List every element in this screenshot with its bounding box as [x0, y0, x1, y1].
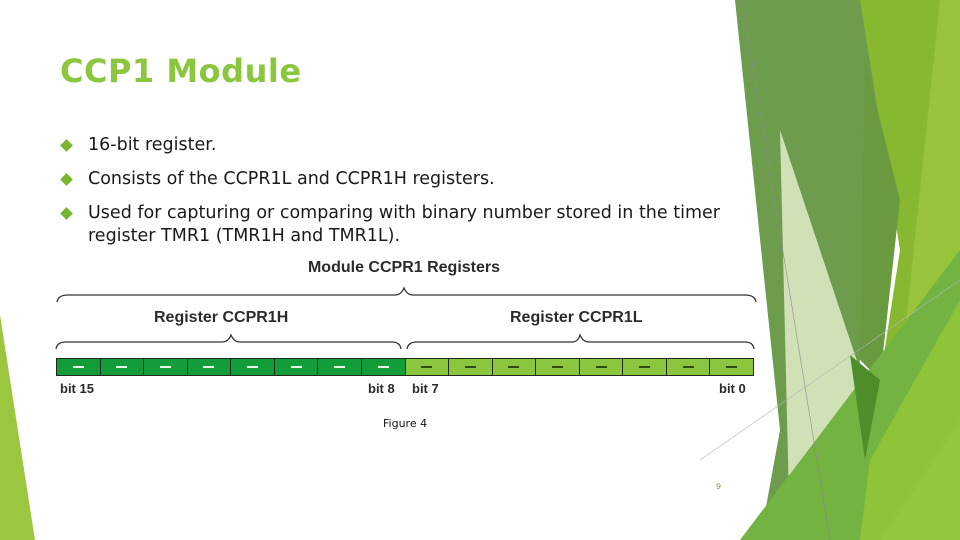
bit-dash-icon [159, 366, 171, 368]
bit-cell-1 [665, 358, 710, 376]
bit-dash-icon [116, 366, 128, 368]
bit-cell-14 [99, 358, 144, 376]
register-ccpr1l-label: Register CCPR1L [510, 309, 643, 326]
bit-cell-13 [143, 358, 187, 376]
bit-7-label: bit 7 [412, 381, 439, 396]
page-number: 9 [716, 482, 722, 491]
bit-0-label: bit 0 [719, 381, 746, 396]
bit-cell-7 [404, 358, 449, 376]
bit-dash-icon [377, 366, 389, 368]
brace-ccpr1l [406, 333, 755, 350]
bit-cell-10 [273, 358, 318, 376]
brace-ccpr1h [55, 333, 402, 350]
bit-dash-icon [290, 366, 302, 368]
figure-caption: Figure 4 [383, 417, 428, 430]
bit-cell-2 [622, 358, 666, 376]
bit-cell-8 [360, 358, 405, 376]
bit-dash-icon [682, 366, 694, 368]
bit-dash-icon [639, 366, 651, 368]
bit-8-label: bit 8 [368, 381, 395, 396]
bit-dash-icon [72, 366, 84, 368]
bit-cell-15 [56, 358, 100, 376]
bit-cell-9 [317, 358, 361, 376]
bit-dash-icon [464, 366, 476, 368]
bit-cell-12 [186, 358, 231, 376]
bit-dash-icon [508, 366, 520, 368]
bit-dash-icon [551, 366, 563, 368]
brace-full [56, 286, 757, 303]
bit-cell-11 [230, 358, 274, 376]
bit-row [56, 358, 754, 376]
bit-dash-icon [421, 366, 433, 368]
bit-cell-5 [491, 358, 536, 376]
bit-dash-icon [247, 366, 259, 368]
bit-15-label: bit 15 [60, 381, 94, 396]
bit-cell-6 [448, 358, 492, 376]
bit-cell-0 [709, 358, 754, 376]
bit-cell-4 [535, 358, 579, 376]
bit-cell-3 [578, 358, 623, 376]
bit-dash-icon [726, 366, 738, 368]
figure-braces [55, 286, 757, 350]
register-ccpr1h-label: Register CCPR1H [154, 309, 289, 326]
bit-dash-icon [203, 366, 215, 368]
bit-dash-icon [595, 366, 607, 368]
bit-dash-icon [334, 366, 346, 368]
